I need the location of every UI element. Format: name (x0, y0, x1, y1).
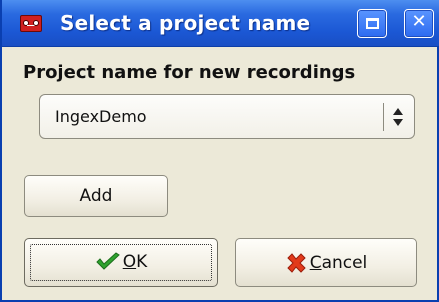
maximize-button[interactable] (357, 9, 387, 38)
maximize-icon (366, 18, 379, 29)
ok-label-rest: K (136, 252, 148, 272)
close-button[interactable]: ✕ (404, 9, 434, 38)
cancel-button[interactable]: Cancel (235, 238, 417, 287)
dialog-window: Select a project name ✕ Project name for… (0, 0, 439, 302)
title-bar[interactable]: Select a project name ✕ (2, 0, 439, 47)
ok-mnemonic: O (122, 252, 137, 272)
add-button-label: Add (79, 186, 113, 206)
checkmark-icon (95, 252, 121, 272)
add-button[interactable]: Add (24, 175, 168, 217)
project-name-select[interactable]: IngexDemo (39, 94, 415, 139)
up-down-arrows-icon (388, 104, 410, 130)
combo-separator (383, 103, 384, 131)
cancel-label-rest: ancel (321, 253, 368, 273)
window-title: Select a project name (60, 11, 311, 35)
ok-button[interactable]: OK (24, 238, 218, 287)
project-name-value: IngexDemo (55, 107, 147, 126)
recorder-icon (20, 15, 42, 32)
red-x-icon (285, 252, 307, 274)
project-name-label: Project name for new recordings (23, 62, 356, 83)
cancel-mnemonic: C (309, 253, 322, 273)
close-icon: ✕ (411, 11, 427, 32)
